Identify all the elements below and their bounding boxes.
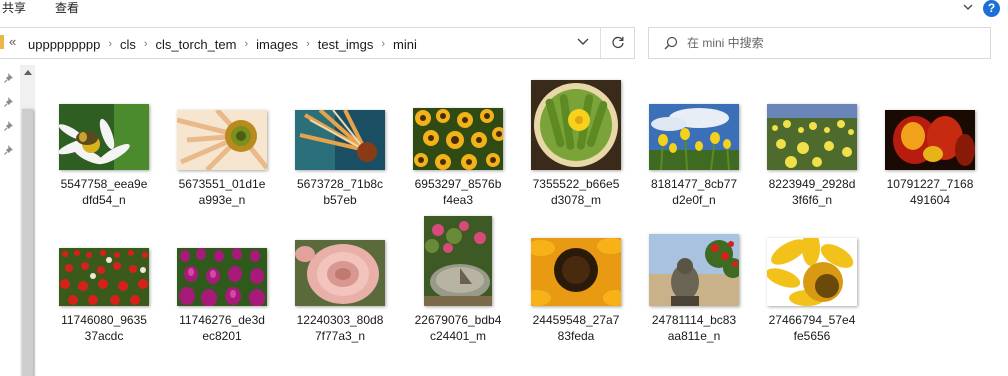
file-name: 24781114_bc83 aa811e_n [651, 313, 737, 343]
breadcrumb-item[interactable]: images [255, 37, 299, 52]
meadow-flowers-thumbnail [767, 104, 857, 170]
file-name: 5673728_71b8c b57eb [296, 177, 384, 207]
pin-icon[interactable] [4, 120, 15, 131]
chevron-down-icon[interactable] [962, 2, 974, 12]
breadcrumb-separator-icon[interactable]: › [381, 38, 385, 50]
file-name: 12240303_80d8 7f77a3_n [296, 313, 384, 343]
pin-icon[interactable] [4, 144, 15, 155]
file-item[interactable]: 8223949_2928d 3f6f6_n [757, 72, 867, 208]
file-item[interactable]: 11746276_de3d ec8201 [167, 208, 277, 344]
file-name: 7355522_b66e5 d3078_m [532, 177, 620, 207]
scroll-up-icon[interactable] [24, 69, 32, 75]
file-name: 8181477_8cb77 d2e0f_n [650, 177, 738, 207]
file-name: 10791227_7168 491604 [886, 177, 974, 207]
file-name: 11746276_de3d ec8201 [179, 313, 265, 343]
sundial-garden-thumbnail [424, 216, 492, 306]
search-icon [664, 36, 678, 50]
search-box[interactable] [648, 27, 991, 59]
file-item[interactable]: 6953297_8576b f4ea3 [403, 72, 513, 208]
teal-orange-petals-thumbnail [295, 110, 385, 170]
folder-icon [0, 35, 4, 49]
breadcrumb: uppppppppp › cls › cls_torch_tem › image… [27, 35, 418, 53]
divider [600, 28, 601, 58]
breadcrumb-separator-icon[interactable]: › [144, 38, 148, 50]
breadcrumb-item[interactable]: mini [392, 37, 418, 52]
file-item[interactable]: 27466794_57e4 fe5656 [757, 208, 867, 344]
yellow-flowers-sky-thumbnail [649, 104, 739, 170]
file-item[interactable]: 12240303_80d8 7f77a3_n [285, 208, 395, 344]
file-item[interactable]: 24781114_bc83 aa811e_n [639, 208, 749, 344]
file-name: 5673551_01d1e a993e_n [178, 177, 266, 207]
pink-rose-thumbnail [295, 240, 385, 306]
file-item[interactable]: 5673551_01d1e a993e_n [167, 72, 277, 208]
file-name: 8223949_2928d 3f6f6_n [768, 177, 856, 207]
file-item[interactable]: 24459548_27a7 83feda [521, 208, 631, 344]
sunflower-closeup-thumbnail [531, 238, 621, 306]
pin-icon[interactable] [4, 96, 15, 107]
sunflower-field-thumbnail [413, 108, 503, 170]
file-name: 5547758_eea9e dfd54_n [60, 177, 148, 207]
bee-on-daisy-thumbnail [59, 104, 149, 170]
address-bar[interactable]: « uppppppppp › cls › cls_torch_tem › ima… [0, 27, 635, 59]
breadcrumb-item[interactable]: uppppppppp [27, 37, 101, 52]
breadcrumb-separator-icon[interactable]: › [244, 38, 248, 50]
file-name: 11746080_9635 37acdc [61, 313, 147, 343]
nav-scrollbar[interactable] [20, 65, 35, 376]
help-icon[interactable]: ? [983, 0, 1000, 17]
breadcrumb-separator-icon[interactable]: › [108, 38, 112, 50]
purple-tulips-thumbnail [177, 248, 267, 306]
file-item[interactable]: 22679076_bdb4 c24401_m [403, 208, 513, 344]
breadcrumb-separator-icon[interactable]: › [306, 38, 310, 50]
chevron-down-icon[interactable] [576, 37, 590, 47]
yellow-sunflower-thumbnail [767, 238, 857, 306]
ribbon: 共享 查看 ? [0, 0, 1008, 20]
file-item[interactable]: 10791227_7168 491604 [875, 72, 985, 208]
file-name: 24459548_27a7 83feda [532, 313, 620, 343]
peach-gerbera-thumbnail [177, 110, 267, 170]
file-name: 6953297_8576b f4ea3 [414, 177, 502, 207]
file-name: 27466794_57e4 fe5656 [768, 313, 856, 343]
breadcrumb-item[interactable]: cls [119, 37, 137, 52]
file-item[interactable]: 5673728_71b8c b57eb [285, 72, 395, 208]
statue-roses-thumbnail [649, 234, 739, 306]
navigation-pane [0, 65, 20, 376]
refresh-icon[interactable] [610, 34, 626, 50]
red-tulip-thumbnail [885, 110, 975, 170]
tab-share[interactable]: 共享 [2, 0, 26, 16]
file-item[interactable]: 7355522_b66e5 d3078_m [521, 72, 631, 208]
file-item[interactable]: 8181477_8cb77 d2e0f_n [639, 72, 749, 208]
breadcrumb-item[interactable]: test_imgs [317, 37, 375, 52]
flower-on-plate-thumbnail [531, 80, 621, 170]
file-list: 5547758_eea9e dfd54_n 5673551_01d1e a993e_… [36, 65, 1008, 376]
tab-view[interactable]: 查看 [55, 0, 79, 16]
pin-icon[interactable] [4, 72, 15, 83]
file-item[interactable]: 5547758_eea9e dfd54_n [49, 72, 159, 208]
file-name: 22679076_bdb4 c24401_m [414, 313, 502, 343]
search-input[interactable] [687, 33, 977, 53]
tulip-field-thumbnail [59, 248, 149, 306]
scrollbar-thumb[interactable] [22, 109, 33, 376]
overflow-chevron-icon[interactable]: « [9, 34, 16, 49]
file-item[interactable]: 11746080_9635 37acdc [49, 208, 159, 344]
breadcrumb-item[interactable]: cls_torch_tem [155, 37, 238, 52]
